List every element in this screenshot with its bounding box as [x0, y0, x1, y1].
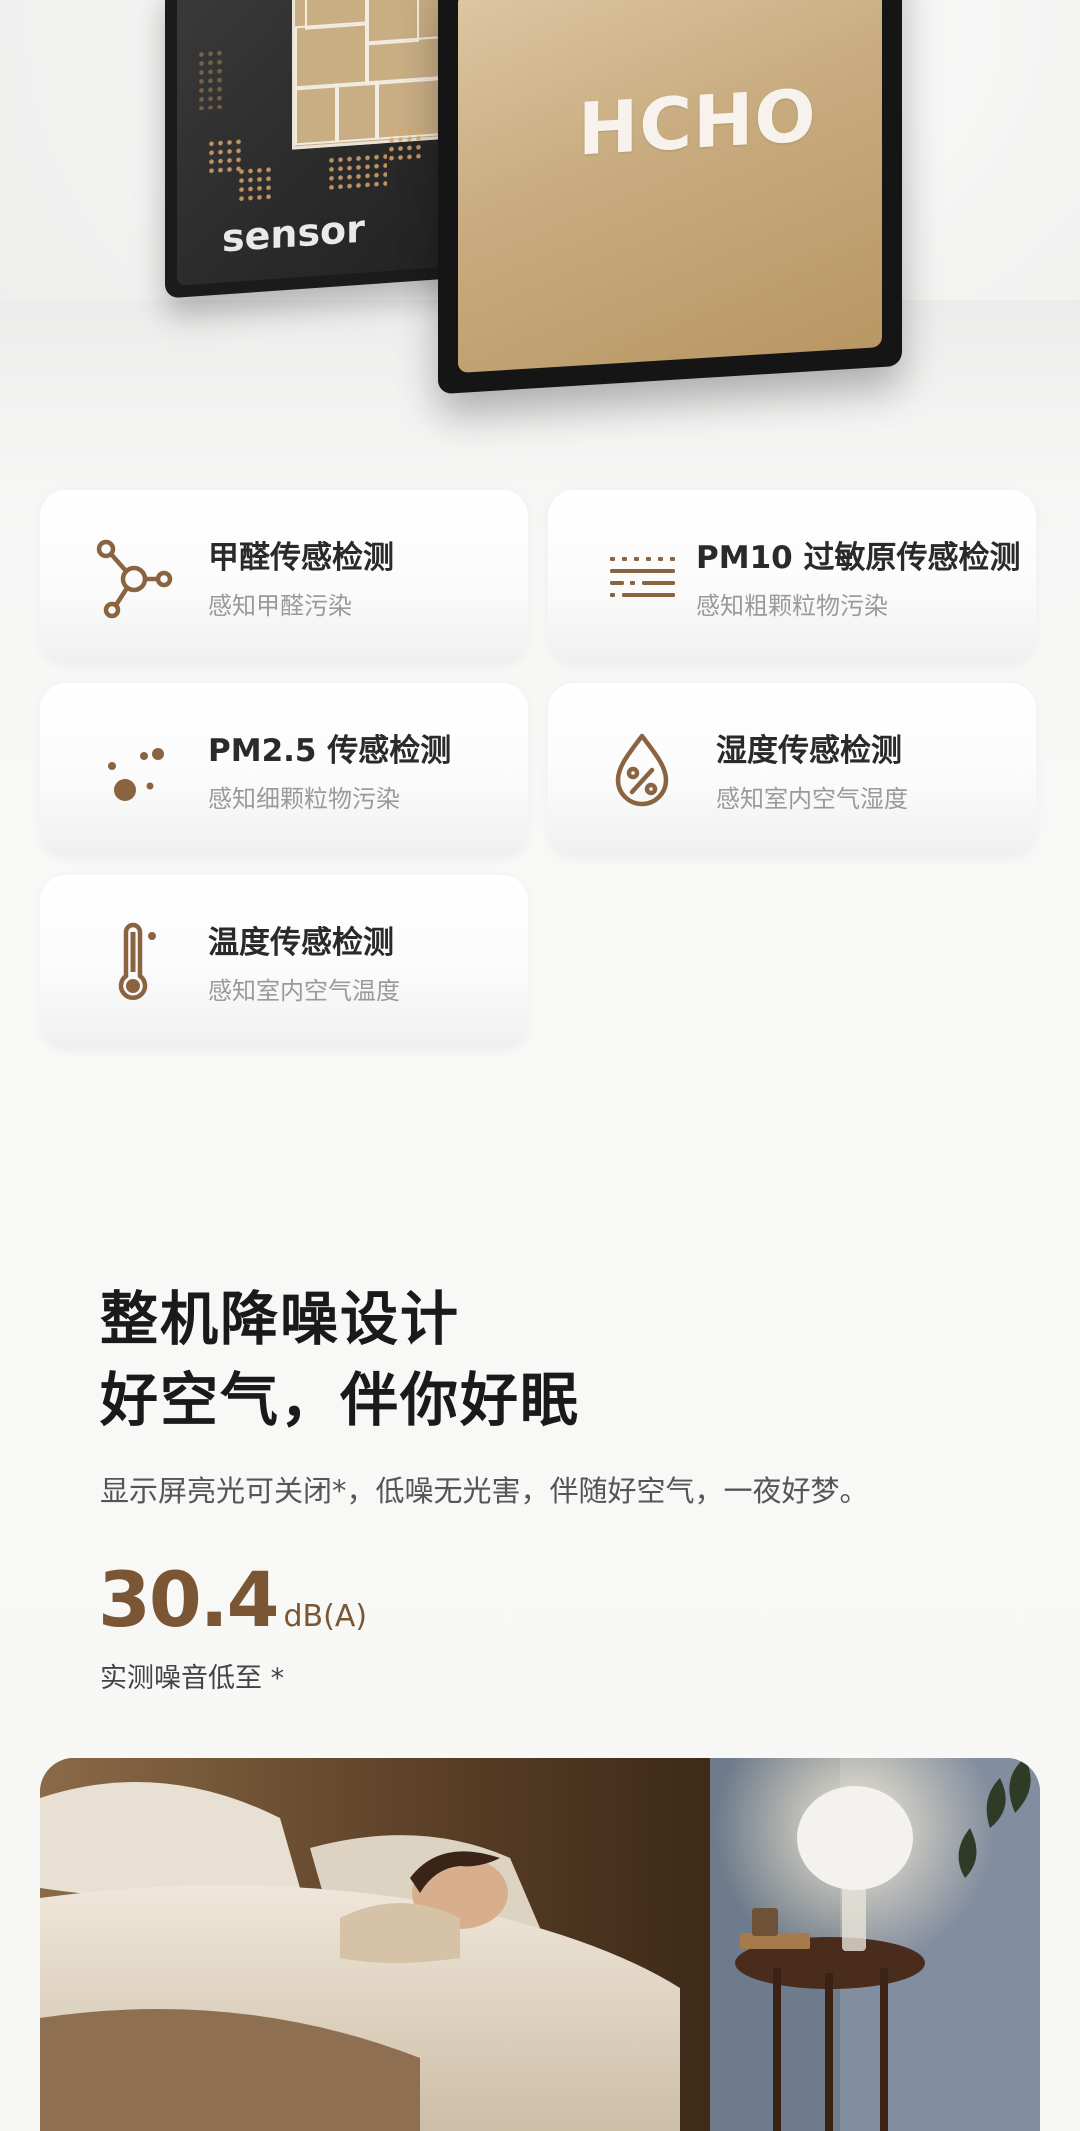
- noise-value: 30.4: [98, 1555, 280, 1644]
- feature-title: PM2.5 传感检测: [208, 733, 452, 769]
- chip-grid-pattern: [292, 0, 453, 150]
- feature-subtitle: 感知粗颗粒物污染: [696, 592, 888, 620]
- hcho-label: HCHO: [578, 73, 817, 172]
- sensor-chip-card: sensor: [165, 0, 465, 299]
- noise-metric-label: 实测噪音低至 *: [100, 1663, 285, 1694]
- feature-subtitle: 感知细颗粒物污染: [208, 785, 400, 813]
- noise-unit: dB(A): [283, 1599, 368, 1634]
- feature-card-temperature: 温度传感检测 感知室内空气温度: [40, 875, 528, 1049]
- feature-card-pm10: PM10 过敏原传感检测 感知粗颗粒物污染: [548, 490, 1036, 664]
- bedroom-photo: [40, 1758, 1040, 2131]
- noise-metric: 30.4 dB(A): [98, 1555, 367, 1644]
- feature-title: PM10 过敏原传感检测: [696, 540, 1021, 576]
- sensor-label: sensor: [222, 206, 365, 261]
- feature-card-humidity: 湿度传感检测 感知室内空气湿度: [548, 683, 1036, 857]
- sensor-hero-illustration: sensor HCHO: [0, 0, 1080, 490]
- feature-card-pm25: PM2.5 传感检测 感知细颗粒物污染: [40, 683, 528, 857]
- sleeping-woman-illustration: [40, 1758, 1040, 2131]
- humidity-drop-icon: [615, 733, 669, 807]
- feature-title: 温度传感检测: [208, 925, 394, 961]
- feature-card-formaldehyde: 甲醛传感检测 感知甲醛污染: [40, 490, 528, 664]
- particles-icon: [108, 748, 164, 801]
- feature-subtitle: 感知室内空气温度: [208, 977, 400, 1005]
- hcho-sensor-card: HCHO: [438, 0, 902, 395]
- feature-title: 甲醛传感检测: [208, 540, 394, 576]
- feature-title: 湿度传感检测: [716, 733, 902, 769]
- feature-subtitle: 感知甲醛污染: [208, 592, 352, 620]
- section-headline-line1: 整机降噪设计: [100, 1285, 461, 1353]
- molecule-icon: [96, 539, 173, 619]
- section-headline-line2: 好空气，伴你好眠: [100, 1366, 581, 1434]
- dust-lines-icon: [610, 557, 675, 597]
- product-detail-page: sensor HCHO 甲醛传感检测 感知甲醛污染 PM10 过敏原传感检测 感…: [0, 0, 1080, 2131]
- feature-subtitle: 感知室内空气湿度: [716, 785, 908, 813]
- thermometer-icon: [118, 922, 156, 1000]
- section-description: 显示屏亮光可关闭*，低噪无光害，伴随好空气，一夜好梦。: [100, 1474, 869, 1508]
